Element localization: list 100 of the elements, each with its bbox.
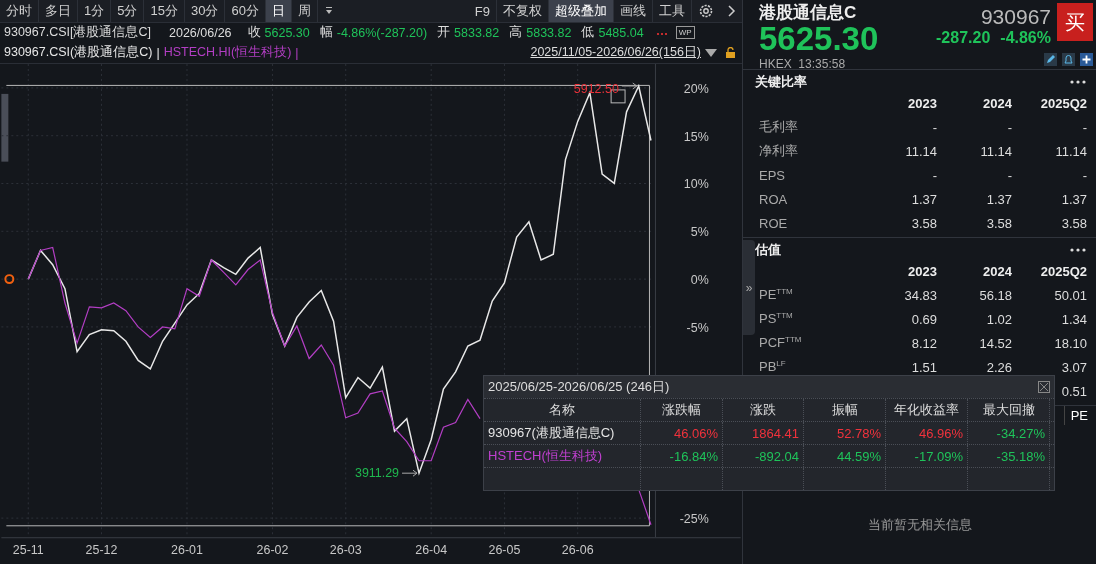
percent-change: -4.86% xyxy=(1000,29,1051,47)
table-cell: 930967(港股通信息C) xyxy=(484,422,641,444)
axis-tick-label: 26-04 xyxy=(415,543,448,557)
index-name: 930967.CSI[港股通信息C] xyxy=(4,24,151,42)
row-label: PE$^{TTM}$ xyxy=(759,287,794,303)
annotation-arrow xyxy=(401,469,418,477)
column-header: 2024 xyxy=(982,263,1012,279)
column-header: 最大回撤 xyxy=(968,399,1050,421)
more-icon[interactable] xyxy=(1070,248,1086,252)
table-cell: 50.01 xyxy=(1054,287,1087,303)
section-title: 关键比率 xyxy=(755,73,807,91)
column-header: 涨跌 xyxy=(723,399,804,421)
axis-tick-label: 5% xyxy=(690,225,709,240)
security-code: 930967 xyxy=(980,5,1051,29)
exchange-time: HKEX 13:35:58 xyxy=(759,57,846,71)
table-cell: 46.96% xyxy=(886,422,968,444)
axis-tick-label: -5% xyxy=(686,320,709,335)
period-tab[interactable]: 15分 xyxy=(144,0,185,22)
period-tab[interactable]: 分时 xyxy=(0,0,39,22)
wp-badge[interactable]: WP xyxy=(675,26,695,40)
period-tab[interactable]: 60分 xyxy=(225,0,266,22)
axis-tick-label: 26-01 xyxy=(171,543,203,557)
table-cell: 0.69 xyxy=(911,311,937,327)
axis-tick-label: 20% xyxy=(683,81,709,96)
axis-tick-label: 0% xyxy=(690,272,709,287)
period-tab[interactable]: 周 xyxy=(291,0,318,22)
row-label: PCF$^{TTM}$ xyxy=(759,335,803,351)
column-header: 2025Q2 xyxy=(1039,263,1087,279)
toolbar-button[interactable]: 工具 xyxy=(653,0,692,22)
table-cell: 2.26 xyxy=(986,359,1012,375)
security-name: 港股通信息C xyxy=(759,2,858,24)
table-cell: 11.14 xyxy=(1055,143,1087,159)
close-icon[interactable] xyxy=(1038,381,1050,393)
annotation-label: 3911.29 xyxy=(355,466,400,480)
table-cell: 1.34 xyxy=(1061,311,1087,327)
table-cell: - xyxy=(932,119,937,135)
toolbar-button[interactable]: F9 xyxy=(468,0,497,22)
table-cell: 3.07 xyxy=(1061,359,1087,375)
axis-tick-label: 26-02 xyxy=(256,543,289,557)
empty-message: 当前暂无相关信息 xyxy=(867,517,972,534)
period-tab[interactable]: 多日 xyxy=(39,0,78,22)
table-cell: - xyxy=(1007,167,1012,183)
table-cell: -892.04 xyxy=(723,445,804,467)
field-value: 5833.82 xyxy=(454,25,500,40)
annotation-arrow xyxy=(621,82,638,90)
chevron-right-icon[interactable] xyxy=(726,4,736,18)
field-value: 5485.04 xyxy=(598,25,644,40)
date-range-link[interactable]: 2025/11/05-2026/06/26(156日) xyxy=(530,44,701,62)
dropdown-caret-icon[interactable] xyxy=(705,47,717,58)
table-cell: 1.37 xyxy=(1061,191,1087,207)
last-price: 5625.30 xyxy=(759,24,879,54)
period-tab[interactable]: 日 xyxy=(265,0,292,22)
table-cell: 11.14 xyxy=(980,143,1012,159)
table-cell: -16.84% xyxy=(641,445,723,467)
field-value: 5625.30 xyxy=(264,25,310,40)
column-header: 年化收益率 xyxy=(886,399,968,421)
table-cell: 34.83 xyxy=(904,287,937,303)
lock-icon[interactable] xyxy=(725,47,736,59)
table-cell: 14.52 xyxy=(979,335,1012,351)
period-tab[interactable]: 30分 xyxy=(184,0,226,22)
more-icon[interactable] xyxy=(1070,80,1086,84)
bell-icon[interactable] xyxy=(1062,53,1075,66)
section-title: 估值 xyxy=(755,241,781,259)
axis-tick-label: 26-06 xyxy=(561,543,594,557)
table-cell: 3.58 xyxy=(911,215,937,231)
popup-title: 2025/06/25-2026/06/25 (246日) xyxy=(488,378,670,396)
table-cell: 1.02 xyxy=(986,311,1012,327)
start-marker xyxy=(4,273,15,284)
table-cell: 3.58 xyxy=(1061,215,1087,231)
table-cell: -17.09% xyxy=(886,445,968,467)
annotation-label: 5912.50 xyxy=(573,81,619,96)
add-icon[interactable] xyxy=(1080,53,1093,66)
table-cell: 1.37 xyxy=(911,191,937,207)
ratio-tab[interactable]: PE xyxy=(1063,406,1094,425)
row-label: EPS xyxy=(759,167,786,183)
row-label: PB$^{LF}$ xyxy=(759,359,787,375)
column-header: 2024 xyxy=(982,95,1012,111)
table-cell: -35.18% xyxy=(968,445,1050,467)
settings-icon[interactable] xyxy=(698,3,714,19)
toolbar-button[interactable]: 超级叠加 xyxy=(549,0,614,22)
row-label: 净利率 xyxy=(759,142,799,160)
row-label: ROE xyxy=(759,215,789,231)
table-cell: 0.51 xyxy=(1061,383,1087,399)
table-cell: 18.10 xyxy=(1054,335,1087,351)
legend-item: HSTECH.HI(恒生科技) xyxy=(163,44,292,62)
period-tab[interactable]: 1分 xyxy=(78,0,112,22)
table-cell: 1.37 xyxy=(986,191,1012,207)
collapse-handle[interactable]: » xyxy=(743,240,755,335)
axis-tick-label: -25% xyxy=(679,511,709,526)
period-tab[interactable]: 5分 xyxy=(111,0,145,22)
axis-tick-label: 26-03 xyxy=(329,543,362,557)
field-label: 幅 xyxy=(319,24,333,42)
table-cell: - xyxy=(1082,167,1087,183)
buy-button[interactable]: 买 xyxy=(1057,3,1093,41)
toolbar-button[interactable]: 画线 xyxy=(614,0,653,22)
scroll-handle[interactable] xyxy=(1,93,9,162)
legend-item: 930967.CSI(港股通信息C) xyxy=(4,44,153,62)
pencil-icon[interactable] xyxy=(1044,53,1057,66)
separator-mark: | xyxy=(156,45,160,60)
field-value: -4.86%(-287.20) xyxy=(336,25,428,40)
